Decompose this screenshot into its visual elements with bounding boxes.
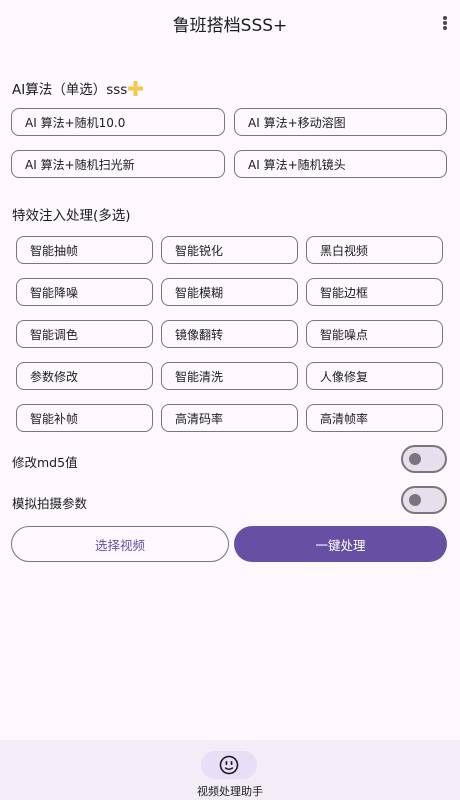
effect-option-15[interactable]: 高清帧率 (306, 404, 443, 432)
select-video-label: 选择视频 (94, 537, 145, 553)
ai-option-3[interactable]: AI 算法+随机扫光新 (11, 150, 225, 178)
more-vert-icon[interactable] (440, 13, 450, 33)
effect-option-label: 智能补帧 (30, 411, 79, 426)
smiley-face-icon (219, 755, 239, 775)
ai-option-1[interactable]: AI 算法+随机10.0 (11, 108, 225, 136)
effect-option-label: 智能抽帧 (30, 243, 79, 258)
bottom-nav: 视频处理助手 (0, 740, 460, 800)
shoot-params-switch[interactable] (401, 486, 447, 514)
ai-option-label: AI 算法+随机10.0 (25, 115, 126, 130)
shoot-params-switch-label: 模拟拍摄参数 (12, 496, 88, 511)
effect-option-3[interactable]: 黑白视频 (306, 236, 443, 264)
effect-option-13[interactable]: 智能补帧 (16, 404, 153, 432)
effect-option-label: 智能锐化 (175, 243, 224, 258)
effect-option-label: 智能调色 (30, 327, 79, 342)
effect-option-6[interactable]: 智能边框 (306, 278, 443, 306)
switch-knob (409, 494, 421, 506)
ai-option-label: AI 算法+移动溶图 (248, 115, 346, 130)
effect-option-4[interactable]: 智能降噪 (16, 278, 153, 306)
ai-option-label: AI 算法+随机镜头 (248, 157, 346, 172)
effect-option-9[interactable]: 智能噪点 (306, 320, 443, 348)
nav-label-video-assistant: 视频处理助手 (197, 785, 263, 798)
switch-knob (409, 453, 421, 465)
effect-option-8[interactable]: 镜像翻转 (161, 320, 298, 348)
effect-option-label: 智能降噪 (30, 285, 79, 300)
md5-switch[interactable] (401, 445, 447, 473)
app-title: 鲁班搭档SSS+ (172, 15, 288, 36)
effect-option-10[interactable]: 参数修改 (16, 362, 153, 390)
effect-option-label: 镜像翻转 (175, 327, 224, 342)
plus-icon (128, 81, 144, 96)
effect-option-2[interactable]: 智能锐化 (161, 236, 298, 264)
one-click-process-label: 一键处理 (315, 537, 366, 553)
select-video-button[interactable]: 选择视频 (11, 526, 229, 562)
ai-option-label: AI 算法+随机扫光新 (25, 157, 135, 172)
effect-option-label: 人像修复 (320, 369, 369, 384)
nav-item-video-assistant[interactable] (201, 751, 257, 779)
effects-section-title: 特效注入处理(多选) (12, 208, 131, 224)
effect-option-label: 智能噪点 (320, 327, 369, 342)
effect-option-label: 参数修改 (30, 369, 79, 384)
effect-option-11[interactable]: 智能清洗 (161, 362, 298, 390)
effect-option-label: 智能清洗 (175, 369, 224, 384)
ai-section-label: AI算法（单选）sss (12, 82, 128, 98)
effect-option-label: 高清帧率 (320, 411, 369, 426)
md5-switch-label: 修改md5值 (12, 455, 78, 470)
ai-option-4[interactable]: AI 算法+随机镜头 (234, 150, 447, 178)
effect-option-14[interactable]: 高清码率 (161, 404, 298, 432)
effect-option-label: 智能边框 (320, 285, 369, 300)
one-click-process-button[interactable]: 一键处理 (234, 526, 447, 562)
app-bar: 鲁班搭档SSS+ (0, 0, 460, 46)
effect-option-label: 高清码率 (175, 411, 224, 426)
effect-option-1[interactable]: 智能抽帧 (16, 236, 153, 264)
ai-option-2[interactable]: AI 算法+移动溶图 (234, 108, 447, 136)
ai-section-title: AI算法（单选）sss (12, 78, 144, 98)
effect-option-label: 智能模糊 (175, 285, 224, 300)
effect-option-7[interactable]: 智能调色 (16, 320, 153, 348)
effect-option-label: 黑白视频 (320, 243, 369, 258)
effect-option-12[interactable]: 人像修复 (306, 362, 443, 390)
effect-option-5[interactable]: 智能模糊 (161, 278, 298, 306)
